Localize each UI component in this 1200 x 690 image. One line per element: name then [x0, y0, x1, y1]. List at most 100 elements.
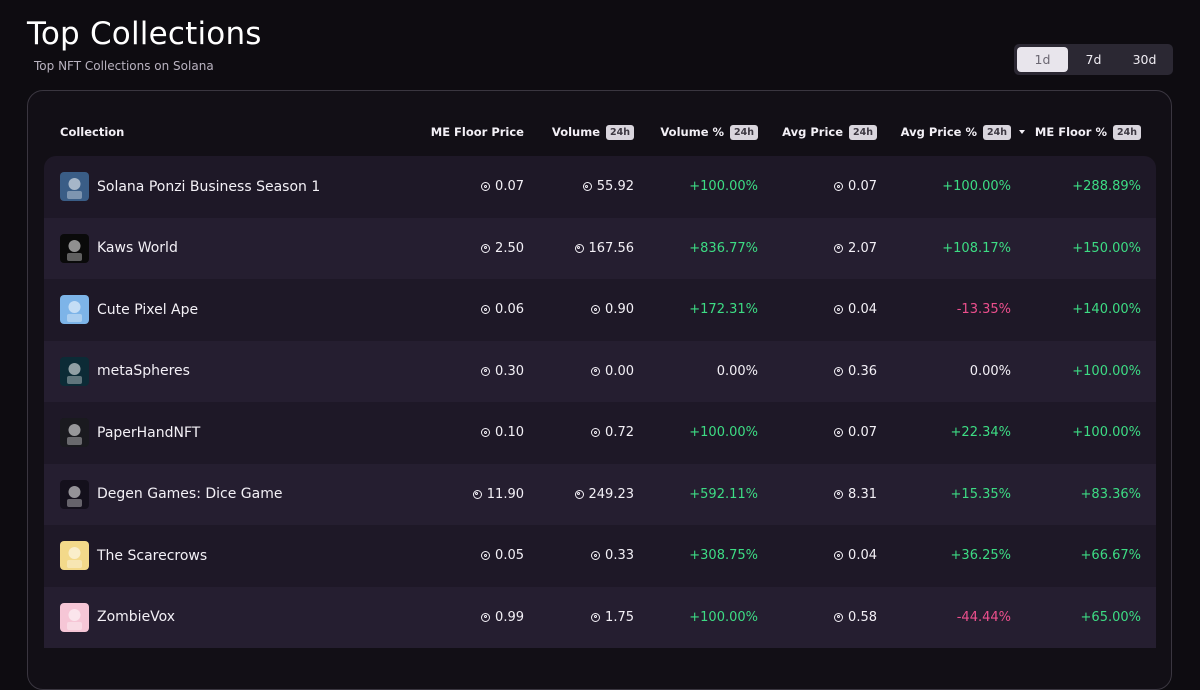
dice-avatar: [60, 479, 89, 509]
avg-price-value: 0.58: [848, 609, 877, 625]
collection-name[interactable]: ZombieVox: [97, 609, 175, 625]
collection-cell: PaperHandNFT: [60, 402, 360, 464]
sol-icon: [481, 243, 491, 253]
table-body: Solana Ponzi Business Season 1 0.07 55.92 +…: [44, 156, 1156, 648]
column-avg-price-badge: 24h: [849, 124, 877, 140]
column-floor-price[interactable]: ME Floor Price: [374, 117, 524, 147]
sol-icon: [834, 243, 844, 253]
floor-pct-value: +100.00%: [1072, 425, 1141, 441]
collection-name[interactable]: Cute Pixel Ape: [97, 302, 198, 318]
floor-pct-value: +83.36%: [1080, 486, 1141, 502]
period-1d-button[interactable]: 1d: [1017, 47, 1068, 72]
sol-icon: [834, 366, 844, 376]
avg-price-value: 0.07: [848, 425, 877, 441]
floor-pct-cell: +65.00%: [1011, 587, 1141, 649]
table-header: Collection ME Floor Price Volume 24h Vol…: [44, 117, 1156, 147]
volume-cell: 55.92: [514, 156, 634, 218]
floor-pct-value: +288.89%: [1072, 179, 1141, 195]
collection-name[interactable]: Kaws World: [97, 240, 178, 256]
column-avg-price-pct[interactable]: Avg Price % 24h: [877, 117, 1011, 147]
volume-value: 167.56: [588, 240, 635, 256]
collections-panel: Collection ME Floor Price Volume 24h Vol…: [27, 90, 1172, 690]
scarecrow-avatar: [60, 541, 89, 571]
collection-name[interactable]: The Scarecrows: [97, 548, 207, 564]
column-volume-pct-label: Volume %: [660, 125, 725, 139]
volume-pct-cell: +836.77%: [634, 218, 758, 280]
volume-pct-value: +172.31%: [689, 302, 758, 318]
column-avg-price-pct-badge: 24h: [983, 124, 1011, 140]
floor-pct-cell: +66.67%: [1011, 525, 1141, 587]
table-row[interactable]: Solana Ponzi Business Season 1 0.07 55.92 +…: [44, 156, 1156, 218]
column-volume-pct[interactable]: Volume % 24h: [634, 117, 758, 147]
sol-icon: [582, 182, 592, 192]
collection-name[interactable]: Degen Games: Dice Game: [97, 486, 282, 502]
avg-price-cell: 2.07: [758, 218, 877, 280]
sol-icon: [591, 428, 601, 438]
volume-pct-value: +308.75%: [689, 548, 758, 564]
table-row[interactable]: Degen Games: Dice Game 11.90 249.23 +592.11…: [44, 463, 1156, 526]
floor-pct-value: +140.00%: [1072, 302, 1141, 318]
column-avg-price[interactable]: Avg Price 24h: [758, 117, 877, 147]
table-row[interactable]: ZombieVox 0.99 1.75 +100.00% 0.58 -44.44% +65.…: [44, 586, 1156, 649]
floor-cell: 0.30: [374, 341, 524, 403]
collection-cell: Solana Ponzi Business Season 1: [60, 156, 360, 218]
avg-price-value: 0.36: [848, 363, 877, 379]
column-collection-label: Collection: [60, 125, 125, 139]
collection-name[interactable]: Solana Ponzi Business Season 1: [97, 179, 320, 195]
table-row[interactable]: Kaws World 2.50 167.56 +836.77% 2.07 +108.17%…: [44, 217, 1156, 280]
zombie-avatar: [60, 602, 89, 632]
collection-name[interactable]: PaperHandNFT: [97, 425, 200, 441]
table-row[interactable]: Cute Pixel Ape 0.06 0.90 +172.31% 0.04 -13.35…: [44, 279, 1156, 341]
volume-pct-value: +592.11%: [689, 486, 758, 502]
sort-desc-icon: [1018, 130, 1025, 134]
volume-pct-cell: +592.11%: [634, 464, 758, 526]
table-row[interactable]: The Scarecrows 0.05 0.33 +308.75% 0.04 +36.25…: [44, 525, 1156, 587]
avg-price-cell: 0.04: [758, 525, 877, 587]
sol-icon: [834, 428, 844, 438]
sol-icon: [481, 428, 491, 438]
volume-value: 0.72: [605, 425, 634, 441]
floor-pct-value: +65.00%: [1080, 609, 1141, 625]
period-30d-button[interactable]: 30d: [1119, 47, 1170, 72]
floor-cell: 0.05: [374, 525, 524, 587]
column-floor-pct[interactable]: ME Floor % 24h: [1011, 117, 1141, 147]
volume-value: 55.92: [596, 179, 634, 195]
floor-pct-value: +66.67%: [1080, 548, 1141, 564]
column-collection[interactable]: Collection: [60, 117, 260, 147]
column-volume-pct-badge: 24h: [730, 124, 758, 140]
period-toggle: 1d 7d 30d: [1014, 44, 1173, 75]
avg-price-value: 0.07: [848, 179, 877, 195]
avg-price-value: 0.04: [848, 548, 877, 564]
floor-pct-cell: +100.00%: [1011, 402, 1141, 464]
sol-icon: [591, 305, 601, 315]
volume-pct-cell: +172.31%: [634, 279, 758, 341]
avg-price-pct-cell: +100.00%: [877, 156, 1011, 218]
volume-pct-cell: 0.00%: [634, 341, 758, 403]
column-avg-price-pct-label: Avg Price %: [900, 125, 978, 139]
column-volume[interactable]: Volume 24h: [514, 117, 634, 147]
avg-price-cell: 0.58: [758, 587, 877, 649]
collection-cell: Kaws World: [60, 218, 360, 280]
collection-name[interactable]: metaSpheres: [97, 363, 190, 379]
avg-price-pct-value: 0.00%: [969, 363, 1011, 379]
avg-price-pct-value: +15.35%: [950, 486, 1011, 502]
sol-icon: [481, 305, 491, 315]
period-7d-button[interactable]: 7d: [1068, 47, 1119, 72]
table-row[interactable]: metaSpheres 0.30 0.00 0.00% 0.36 0.00% +100.00…: [44, 340, 1156, 403]
sol-icon: [591, 612, 601, 622]
avg-price-value: 8.31: [848, 486, 877, 502]
sol-icon: [574, 489, 584, 499]
column-floor-pct-label: ME Floor %: [1034, 125, 1108, 139]
avg-price-pct-cell: -44.44%: [877, 587, 1011, 649]
sol-icon: [472, 489, 482, 499]
table-row[interactable]: PaperHandNFT 0.10 0.72 +100.00% 0.07 +22.34% +…: [44, 402, 1156, 464]
volume-value: 0.33: [605, 548, 634, 564]
volume-value: 249.23: [588, 486, 635, 502]
avg-price-cell: 0.36: [758, 341, 877, 403]
floor-cell: 0.99: [374, 587, 524, 649]
volume-cell: 0.90: [514, 279, 634, 341]
volume-cell: 0.33: [514, 525, 634, 587]
pixel-ape-avatar: [60, 295, 89, 325]
sol-icon: [481, 182, 491, 192]
sol-icon: [591, 551, 601, 561]
